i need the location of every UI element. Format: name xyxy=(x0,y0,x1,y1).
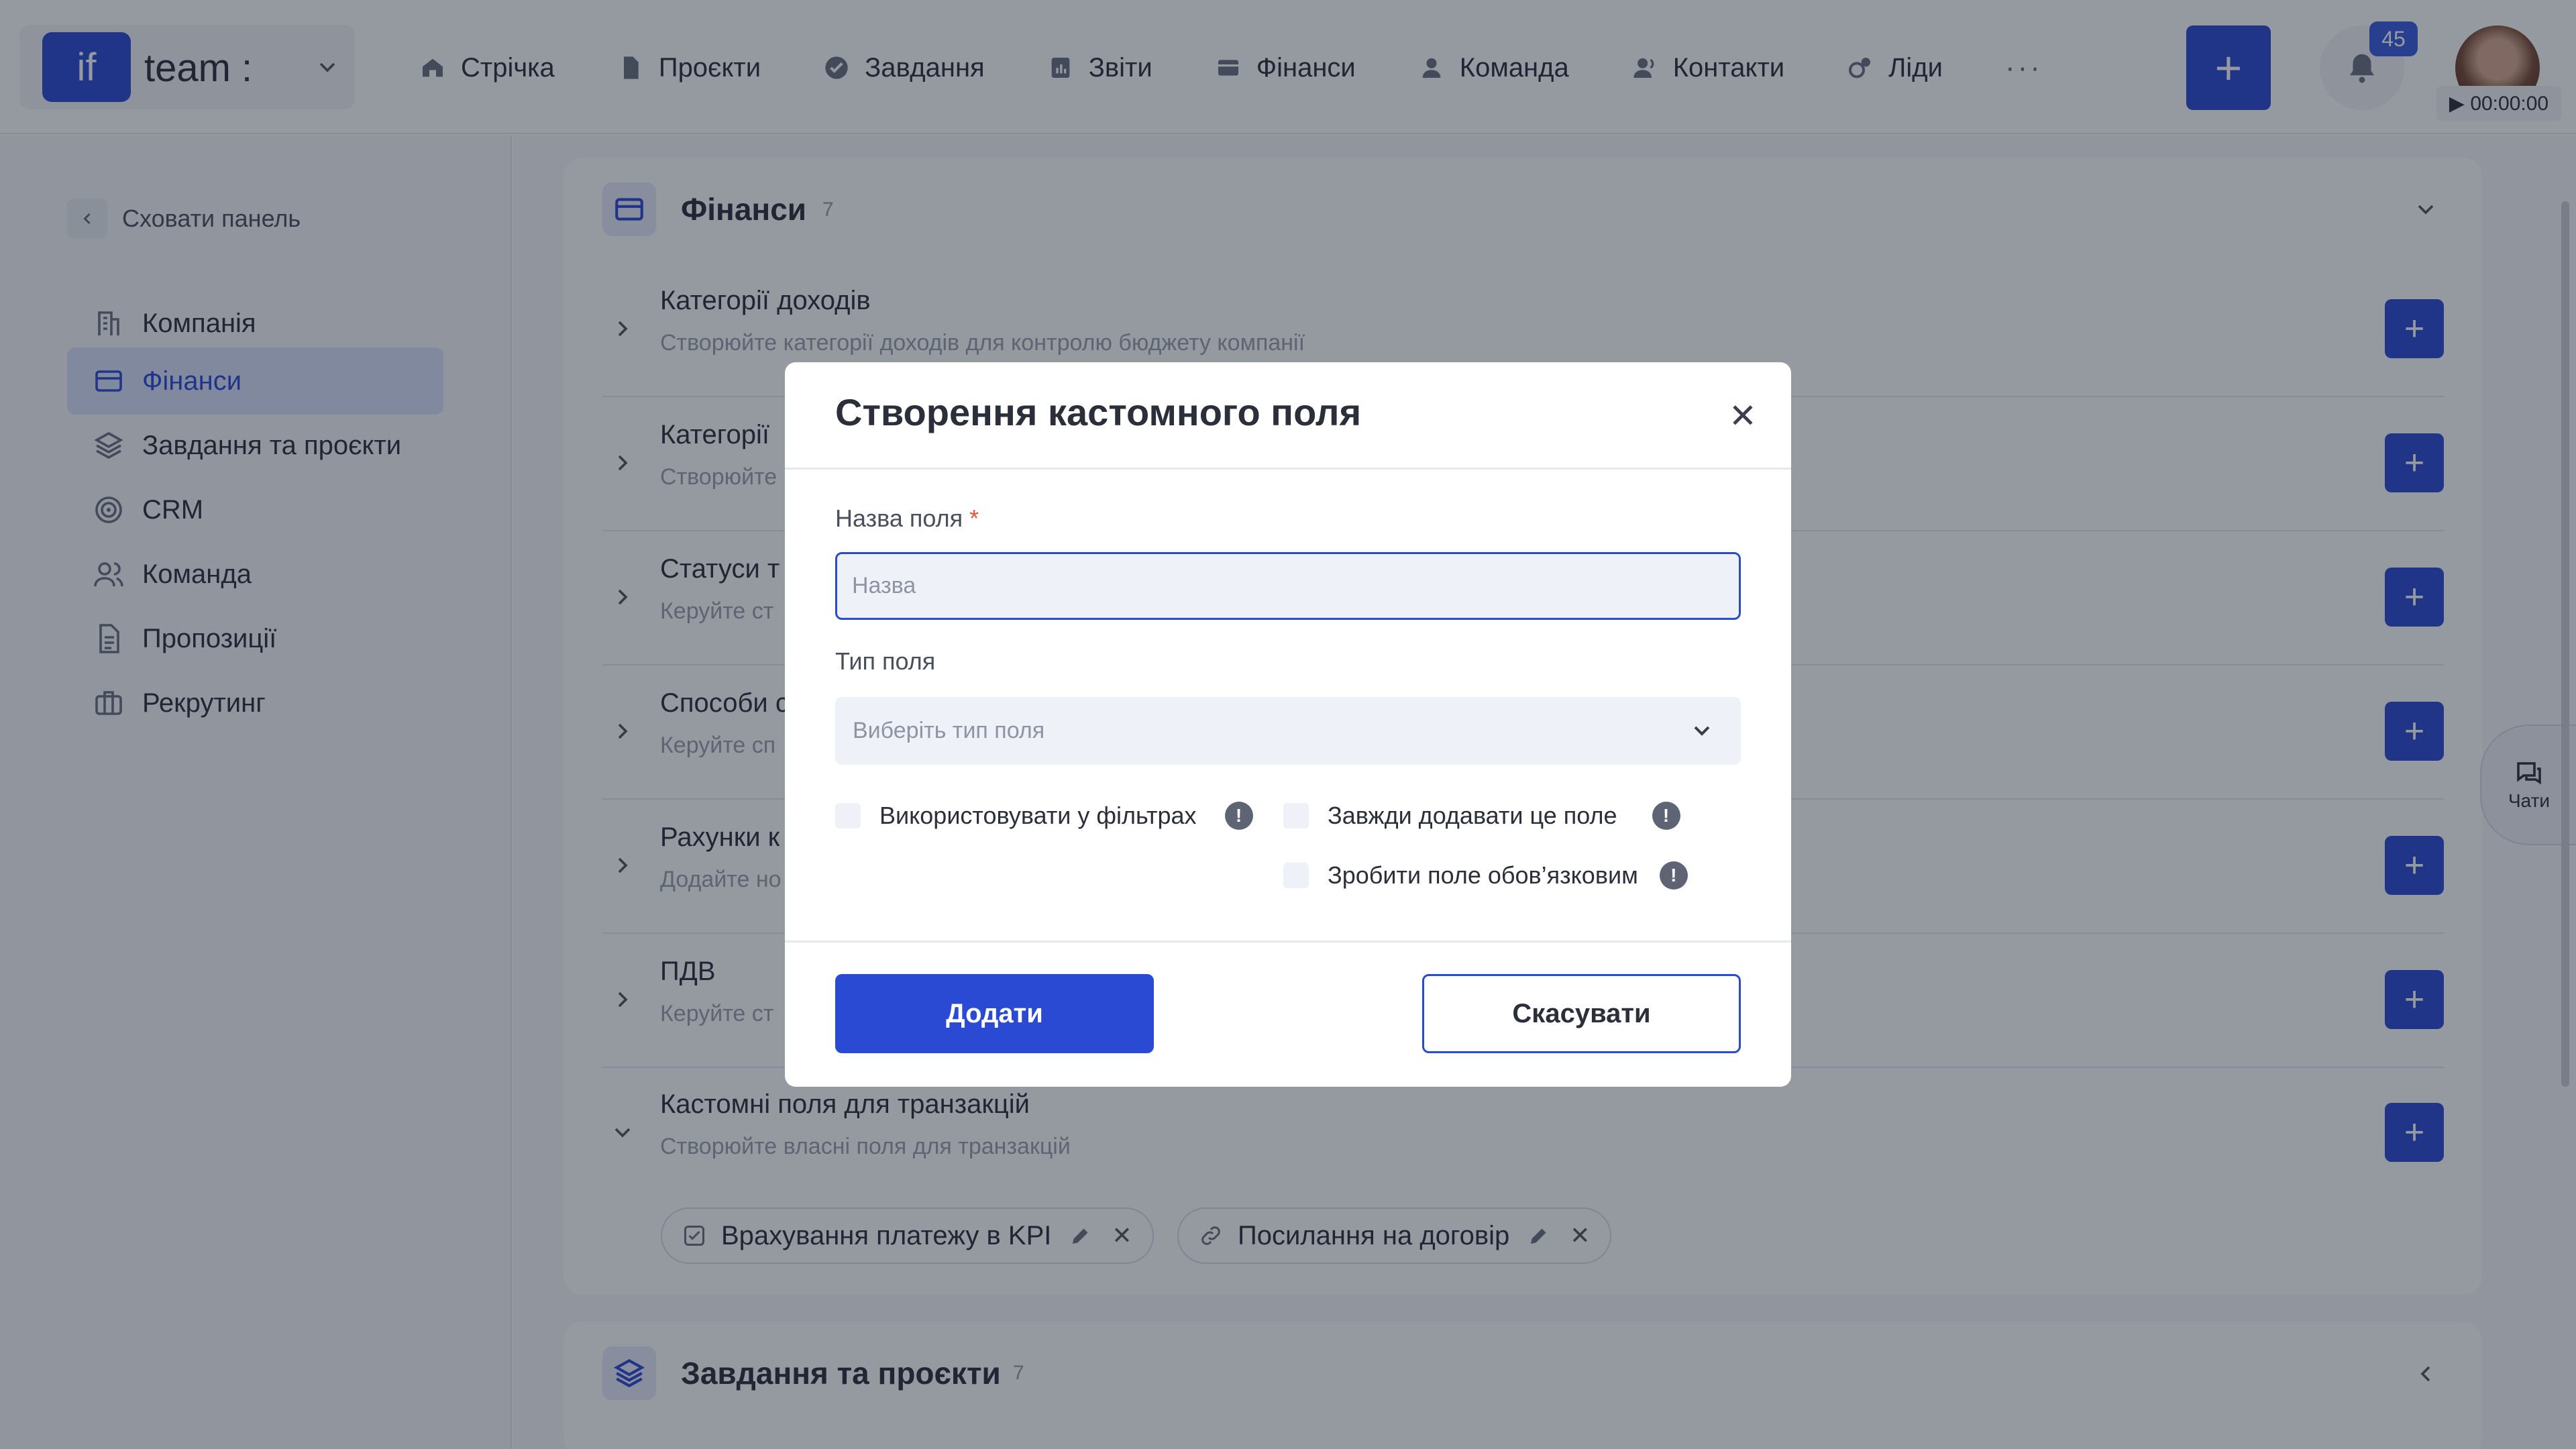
field-type-placeholder: Виберіть тип поля xyxy=(853,718,1045,743)
info-icon[interactable]: ! xyxy=(1224,802,1253,830)
modal-divider xyxy=(785,941,1791,943)
always-add-checkbox[interactable]: Завжди додавати це поле ! xyxy=(1283,802,1680,830)
field-name-input[interactable] xyxy=(835,552,1741,620)
field-type-select[interactable]: Виберіть тип поля xyxy=(835,697,1741,765)
info-icon[interactable]: ! xyxy=(1652,802,1680,830)
modal-divider xyxy=(785,468,1791,470)
field-name-label: Назва поля * xyxy=(835,504,979,533)
checkbox-label: Використовувати у фільтрах xyxy=(879,802,1197,829)
field-name-label-text: Назва поля xyxy=(835,504,963,532)
create-custom-field-modal: Створення кастомного поля ✕ Назва поля * … xyxy=(785,362,1791,1087)
checkbox-box[interactable] xyxy=(1283,803,1309,828)
modal-title: Створення кастомного поля xyxy=(835,391,1362,433)
chevron-down-icon xyxy=(1694,726,1710,736)
required-mark: * xyxy=(969,504,979,532)
use-in-filters-checkbox[interactable]: Використовувати у фільтрах ! xyxy=(835,802,1253,830)
close-icon[interactable]: ✕ xyxy=(1724,397,1762,435)
checkbox-box[interactable] xyxy=(835,803,861,828)
info-icon[interactable]: ! xyxy=(1659,861,1688,890)
checkbox-box[interactable] xyxy=(1283,863,1309,888)
make-required-checkbox[interactable]: Зробити поле обов’язковим ! xyxy=(1283,861,1688,890)
field-type-label: Тип поля xyxy=(835,647,936,675)
checkbox-label: Завжди додавати це поле xyxy=(1328,802,1617,829)
checkbox-label: Зробити поле обов’язковим xyxy=(1328,861,1638,889)
cancel-button[interactable]: Скасувати xyxy=(1422,974,1741,1053)
add-button[interactable]: Додати xyxy=(835,974,1154,1053)
